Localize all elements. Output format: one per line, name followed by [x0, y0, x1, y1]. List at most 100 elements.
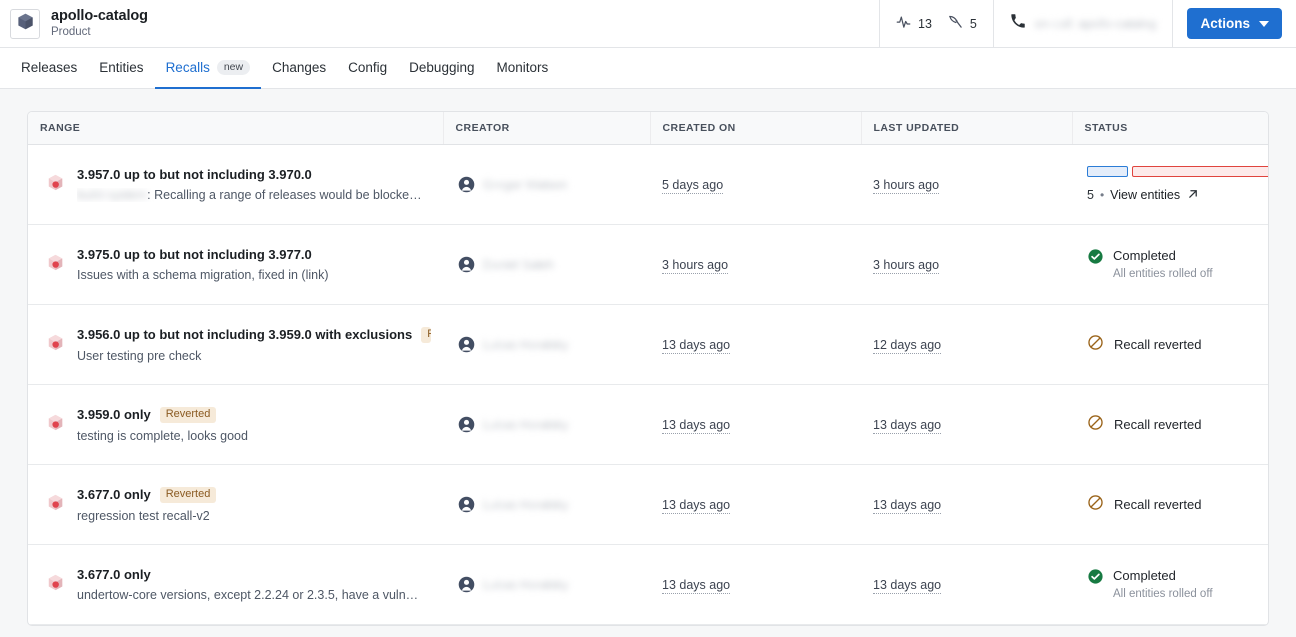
avatar	[458, 256, 475, 273]
tab-recalls[interactable]: Recalls new	[154, 48, 262, 89]
recall-cube-icon	[46, 253, 65, 277]
creator-cell[interactable]: Lukas Horalsky	[455, 496, 638, 513]
cell-status: Completed All entities rolled off	[1072, 544, 1268, 625]
column-header-creator[interactable]: CREATOR	[443, 112, 651, 145]
status-title: Completed	[1113, 567, 1176, 583]
page-body: RANGE CREATOR CREATED ON LAST UPDATED ST…	[0, 89, 1296, 637]
column-header-range[interactable]: RANGE	[28, 112, 444, 145]
created-on-value[interactable]: 3 hours ago	[662, 258, 729, 274]
tab-entities-label: Entities	[99, 60, 144, 75]
status-reverted: Recall reverted	[1084, 494, 1268, 516]
pickaxe-icon	[948, 14, 963, 34]
app-title-block: apollo-catalog Product	[51, 8, 148, 39]
tab-config-label: Config	[348, 60, 388, 75]
range-text: 3.975.0 up to but not including 3.977.0 I…	[77, 247, 328, 282]
cell-range: 3.677.0 only undertow-core versions, exce…	[28, 544, 443, 625]
tab-releases[interactable]: Releases	[10, 48, 88, 89]
cell-status: Completed All entities rolled off	[1072, 224, 1268, 305]
last-updated-value[interactable]: 3 hours ago	[873, 258, 940, 274]
tab-monitors[interactable]: Monitors	[485, 48, 559, 89]
range-text: 3.959.0 only Reverted testing is complete,…	[77, 406, 248, 443]
created-on-value[interactable]: 13 days ago	[662, 418, 731, 434]
range-title-row: 3.959.0 only Reverted	[77, 406, 248, 423]
recall-range[interactable]: 3.677.0 only	[77, 567, 151, 582]
table-row[interactable]: 3.975.0 up to but not including 3.977.0 I…	[28, 224, 1268, 305]
creator-name: Lukas Horalsky	[483, 417, 569, 432]
created-on-value[interactable]: 13 days ago	[662, 338, 731, 354]
tab-recalls-label: Recalls	[165, 60, 210, 75]
metric-tasks[interactable]: 5	[948, 14, 977, 34]
creator-cell[interactable]: Lukas Horalsky	[455, 416, 638, 433]
created-on-value[interactable]: 13 days ago	[662, 498, 731, 514]
range-cell: 3.956.0 up to but not including 3.959.0 …	[40, 326, 431, 363]
creator-cell[interactable]: Lukas Horalsky	[455, 576, 638, 593]
tab-changes[interactable]: Changes	[261, 48, 337, 89]
cell-created-on: 5 days ago	[650, 144, 861, 225]
recall-reverted-icon	[1087, 414, 1104, 436]
created-on-value[interactable]: 5 days ago	[662, 178, 724, 194]
last-updated-value[interactable]: 3 hours ago	[873, 178, 940, 194]
tab-entities[interactable]: Entities	[88, 48, 154, 89]
progress-bar-pending	[1087, 165, 1128, 177]
recall-desc: User testing pre check	[77, 348, 202, 363]
recall-range[interactable]: 3.956.0 up to but not including 3.959.0 …	[77, 327, 412, 342]
cell-created-on: 3 hours ago	[650, 224, 861, 305]
tab-debugging[interactable]: Debugging	[398, 48, 485, 89]
recall-range[interactable]: 3.975.0 up to but not including 3.977.0	[77, 247, 312, 262]
recall-range[interactable]: 3.959.0 only	[77, 407, 151, 422]
primary-tabs: Releases Entities Recalls new Changes Co…	[0, 48, 1296, 89]
column-header-last-updated[interactable]: LAST UPDATED	[861, 112, 1073, 145]
table-row[interactable]: 3.956.0 up to but not including 3.959.0 …	[28, 304, 1268, 385]
cell-creator: Gregor Watson	[443, 144, 650, 225]
status-badge: Reverted	[421, 326, 431, 343]
tab-debugging-label: Debugging	[409, 60, 475, 75]
oncall-contact-text: on-call: apollo-catalog	[1034, 16, 1157, 31]
cell-last-updated: 12 days ago	[861, 304, 1072, 385]
last-updated-value[interactable]: 13 days ago	[873, 418, 942, 434]
range-title-row: 3.956.0 up to but not including 3.959.0 …	[77, 326, 431, 343]
cell-range: 3.959.0 only Reverted testing is complete,…	[28, 384, 443, 465]
phone-icon	[1010, 13, 1026, 34]
cell-range: 3.975.0 up to but not including 3.977.0 I…	[28, 224, 443, 305]
avatar	[458, 336, 475, 353]
table-row[interactable]: 3.957.0 up to but not including 3.970.0 b…	[28, 144, 1268, 225]
recall-range[interactable]: 3.677.0 only	[77, 487, 151, 502]
table-row[interactable]: 3.677.0 only Reverted regression test reca…	[28, 464, 1268, 545]
view-entities-link[interactable]: View entities	[1110, 188, 1180, 202]
creator-cell[interactable]: Daniel Saleh	[455, 256, 638, 273]
recall-desc: testing is complete, looks good	[77, 428, 248, 443]
metric-incidents[interactable]: 13	[896, 14, 932, 34]
tab-releases-label: Releases	[21, 60, 78, 75]
recall-range[interactable]: 3.957.0 up to but not including 3.970.0	[77, 167, 312, 182]
recall-description: build-system: Recalling a range of relea…	[77, 188, 422, 202]
last-updated-value[interactable]: 13 days ago	[873, 578, 942, 594]
table-row[interactable]: 3.959.0 only Reverted testing is complete,…	[28, 384, 1268, 465]
recalls-table: RANGE CREATOR CREATED ON LAST UPDATED ST…	[28, 112, 1268, 625]
recall-cube-icon	[46, 413, 65, 437]
tab-config[interactable]: Config	[337, 48, 398, 89]
last-updated-value[interactable]: 12 days ago	[873, 338, 942, 354]
external-link-arrow-icon[interactable]	[1186, 187, 1200, 204]
page-title: apollo-catalog	[51, 7, 148, 24]
completed-check-icon	[1087, 568, 1104, 590]
status-text-block: Completed All entities rolled off	[1113, 568, 1213, 602]
column-header-status[interactable]: STATUS	[1072, 112, 1268, 145]
cell-creator: Daniel Saleh	[443, 224, 650, 305]
created-on-value[interactable]: 13 days ago	[662, 578, 731, 594]
range-cell: 3.957.0 up to but not including 3.970.0 b…	[40, 167, 431, 202]
status-subtitle: All entities rolled off	[1113, 587, 1213, 600]
creator-cell[interactable]: Lukas Horalsky	[455, 336, 638, 353]
oncall-contact[interactable]: on-call: apollo-catalog	[992, 0, 1173, 47]
cell-creator: Lukas Horalsky	[443, 384, 650, 465]
actions-button[interactable]: Actions	[1187, 8, 1282, 39]
creator-name: Daniel Saleh	[483, 257, 554, 272]
column-header-created-on[interactable]: CREATED ON	[650, 112, 862, 145]
creator-cell[interactable]: Gregor Watson	[455, 176, 638, 193]
recall-reverted-icon	[1087, 494, 1104, 516]
last-updated-value[interactable]: 13 days ago	[873, 498, 942, 514]
status-badge: Reverted	[159, 406, 217, 423]
range-cell: 3.677.0 only undertow-core versions, exce…	[40, 567, 431, 602]
table-row[interactable]: 3.677.0 only undertow-core versions, exce…	[28, 544, 1268, 625]
creator-name: Lukas Horalsky	[483, 577, 569, 592]
avatar	[458, 176, 475, 193]
